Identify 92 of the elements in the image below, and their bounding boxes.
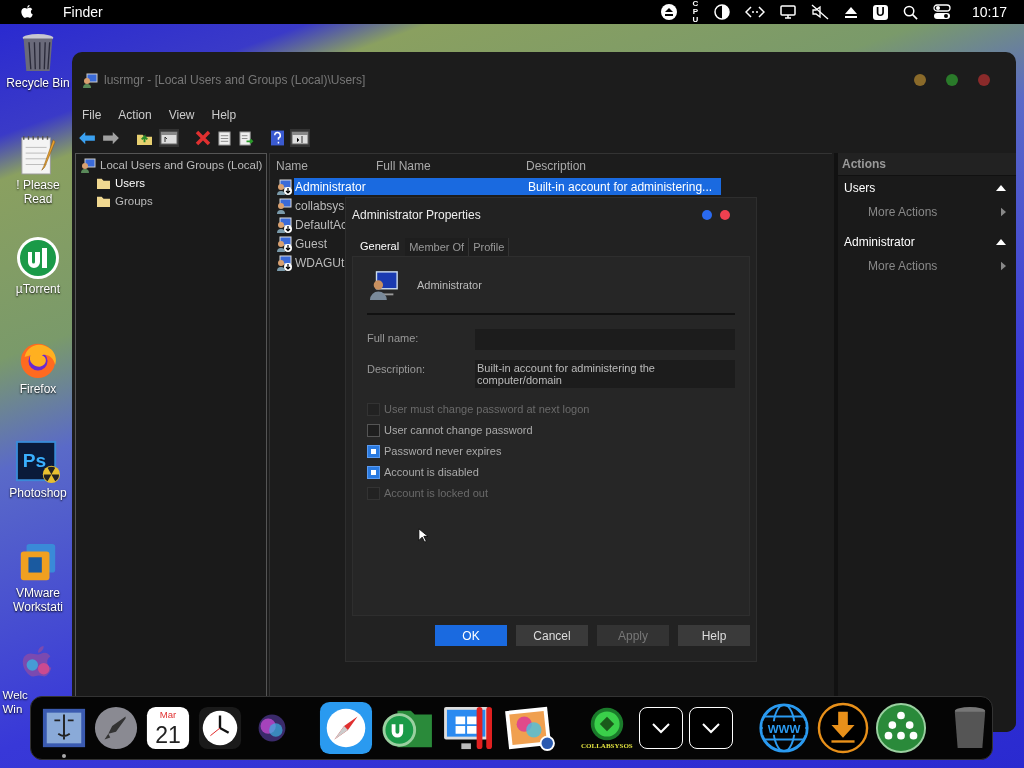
- tab[interactable]: Member Of: [405, 238, 470, 256]
- search-icon[interactable]: [902, 4, 918, 20]
- code-icon[interactable]: [744, 6, 765, 18]
- table-cell: Guest: [295, 236, 327, 251]
- desktop-icon-label[interactable]: Firefox: [1, 382, 75, 396]
- u-icon[interactable]: U: [872, 4, 888, 20]
- users-icon: [82, 72, 98, 88]
- column-header[interactable]: Full Name: [376, 158, 526, 173]
- export-list-icon[interactable]: [238, 130, 255, 146]
- compass-icon[interactable]: [319, 701, 373, 755]
- rocket-icon[interactable]: [93, 705, 139, 751]
- table-cell: Built-in account for administering...: [528, 179, 713, 194]
- eject-icon[interactable]: [843, 5, 858, 19]
- submenu-arrow-icon: [1001, 261, 1006, 271]
- field-label: Description:: [367, 362, 427, 375]
- globe-icon[interactable]: WWW: [756, 701, 811, 755]
- desktop-icon-label[interactable]: Photoshop: [1, 486, 75, 500]
- folder-icon: [96, 176, 111, 190]
- chevron-down-icon: [650, 722, 671, 734]
- dialog-title: Administrator Properties: [352, 208, 481, 222]
- checkbox-label[interactable]: User cannot change password: [384, 424, 533, 436]
- menu-item[interactable]: View: [168, 108, 195, 122]
- tab[interactable]: Profile: [469, 238, 510, 256]
- action-pane-icon[interactable]: [290, 129, 310, 147]
- console-tree-icon[interactable]: [159, 129, 179, 147]
- control-center-icon[interactable]: [932, 4, 951, 20]
- input-field[interactable]: Built-in account for administering the computer/domain: [475, 360, 735, 388]
- help-button[interactable]: [702, 210, 712, 220]
- users-icon: [80, 157, 96, 173]
- menu-item[interactable]: Action: [118, 108, 152, 122]
- tree-item[interactable]: Users: [115, 177, 146, 189]
- column-header[interactable]: Description: [526, 158, 587, 173]
- action-item[interactable]: More Actions: [868, 259, 938, 273]
- action-section-title[interactable]: Users: [844, 181, 876, 195]
- clock-icon[interactable]: [197, 705, 243, 751]
- table-cell: collabsys: [295, 198, 345, 213]
- download-icon[interactable]: [816, 702, 869, 754]
- collapse-icon[interactable]: [996, 185, 1006, 191]
- dialog-button[interactable]: OK: [435, 625, 507, 646]
- chevron-button[interactable]: [688, 707, 733, 749]
- minimize-button[interactable]: [914, 74, 926, 86]
- tree-item[interactable]: Local Users and Groups (Local): [100, 159, 263, 171]
- table-cell-text: Administrator: [295, 179, 367, 194]
- display-icon[interactable]: [779, 5, 796, 19]
- field-label: Full name:: [367, 331, 420, 344]
- window-title: lusrmgr - [Local Users and Groups (Local)\Users]: [104, 73, 366, 87]
- desktop-icon-label[interactable]: Welc Win: [2, 688, 30, 716]
- apple-icon[interactable]: [20, 4, 34, 20]
- clock[interactable]: 10:17: [971, 4, 1007, 20]
- people-group-icon[interactable]: [874, 702, 927, 754]
- cpu-indicator[interactable]: CPU: [691, 0, 699, 24]
- dialog-button[interactable]: Help: [678, 625, 750, 646]
- checkbox[interactable]: [367, 444, 380, 458]
- contrast-icon[interactable]: [713, 4, 730, 20]
- actions-header: Actions: [838, 153, 1016, 176]
- user-name: Administrator: [417, 279, 482, 291]
- tree-item[interactable]: Groups: [115, 195, 153, 207]
- menu-item[interactable]: File: [82, 108, 102, 122]
- collapse-icon[interactable]: [996, 239, 1006, 245]
- checkbox-label[interactable]: Account is disabled: [384, 466, 479, 478]
- trash-can-icon[interactable]: [20, 32, 56, 74]
- dialog-button[interactable]: Cancel: [516, 625, 588, 646]
- utorrent-icon[interactable]: [16, 236, 60, 280]
- mouse-cursor-icon: [418, 528, 428, 543]
- photo-collection-icon[interactable]: [503, 705, 557, 751]
- column-header[interactable]: Name: [276, 158, 376, 173]
- help-icon[interactable]: [271, 130, 284, 146]
- menu-item[interactable]: Help: [211, 108, 237, 122]
- properties-icon[interactable]: [217, 130, 232, 146]
- action-section-title[interactable]: Administrator: [844, 235, 915, 249]
- user-icon: [369, 270, 399, 300]
- checkbox-label[interactable]: Password never expires: [384, 445, 502, 457]
- delete-icon[interactable]: [195, 130, 211, 146]
- close-button[interactable]: [720, 210, 730, 220]
- forward-arrow-icon[interactable]: [102, 131, 120, 145]
- desktop-icon-label[interactable]: VMware Workstati: [7, 586, 69, 614]
- chevron-button[interactable]: [638, 707, 683, 749]
- table-cell: DefaultAc: [295, 217, 348, 232]
- action-item[interactable]: More Actions: [868, 205, 938, 219]
- app-name[interactable]: Finder: [63, 4, 103, 20]
- folder-icon: [96, 194, 111, 208]
- back-arrow-icon[interactable]: [78, 131, 96, 145]
- submenu-arrow-icon: [1001, 207, 1006, 217]
- zoom-button[interactable]: [946, 74, 958, 86]
- eject-icon[interactable]: [660, 4, 677, 20]
- calendar-icon[interactable]: Mar 21: [145, 705, 191, 751]
- chevron-down-icon: [700, 722, 721, 734]
- checkbox[interactable]: [367, 465, 380, 479]
- muted-speaker-icon[interactable]: [810, 4, 829, 20]
- notepad-icon[interactable]: [19, 134, 57, 176]
- desktop-icon-label[interactable]: Recycle Bin: [1, 76, 75, 90]
- checkbox[interactable]: [367, 423, 380, 437]
